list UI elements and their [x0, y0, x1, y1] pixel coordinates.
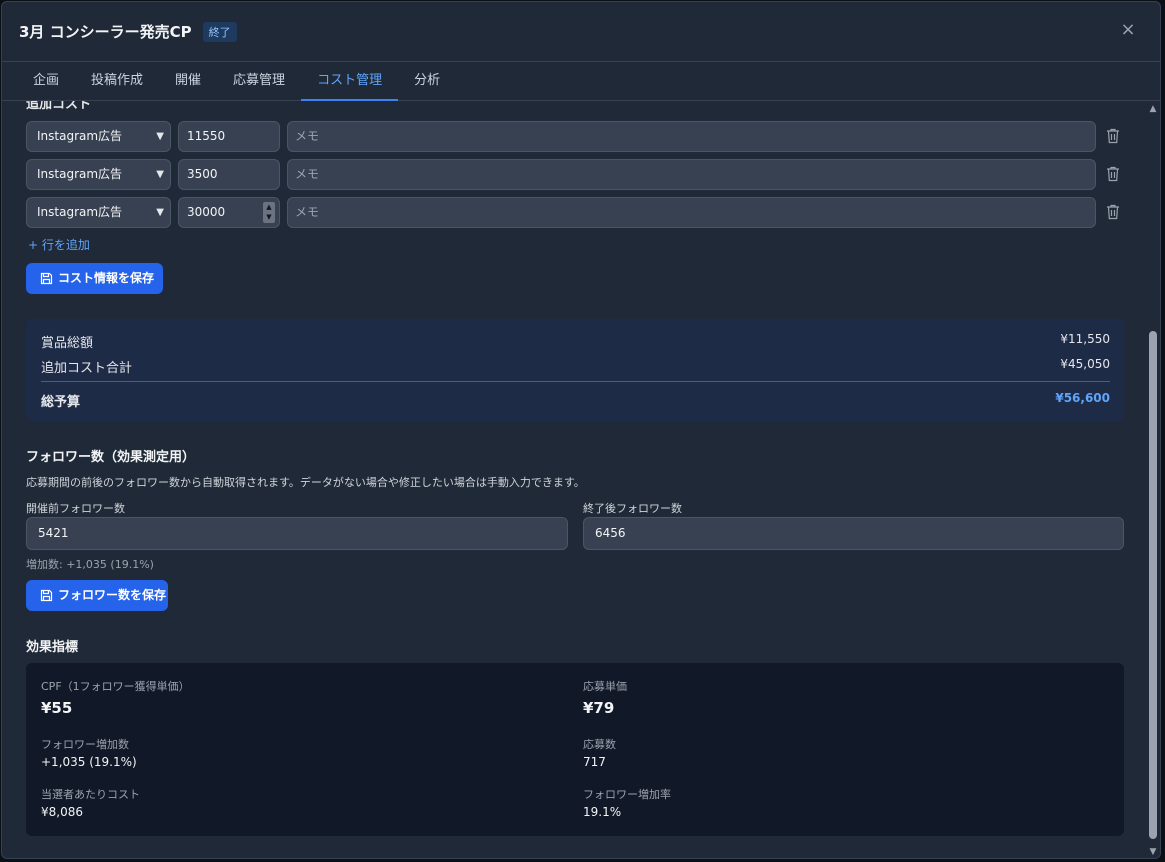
campaign-dialog: 3月 コンシーラー発売CP 終了 × 企画 投稿作成 開催 応募管理 コスト管理… [1, 1, 1161, 859]
follower-increase-value: +1,035 (19.1%) [41, 755, 137, 769]
content-area: 追加コスト Instagram広告 ▼ 11550 メモ Instagram広告… [2, 101, 1146, 858]
cpf-label: CPF（1フォロワー獲得単価） [41, 680, 190, 693]
trash-icon[interactable] [1106, 128, 1120, 144]
cost-type-select[interactable]: Instagram広告 ▼ [26, 159, 171, 190]
tab-bar: 企画 投稿作成 開催 応募管理 コスト管理 分析 [2, 63, 1160, 101]
cost-row: Instagram広告 ▼ 30000 ▲ ▼ メモ [26, 197, 1122, 229]
tab-planning[interactable]: 企画 [17, 63, 75, 101]
cost-type-value: Instagram広告 [37, 205, 123, 219]
tab-cost-management[interactable]: コスト管理 [301, 63, 399, 101]
tab-entries[interactable]: 応募管理 [217, 63, 301, 101]
cost-amount-value: 30000 [187, 205, 226, 219]
followers-before-input[interactable]: 5421 [26, 517, 568, 550]
cost-per-winner-value: ¥8,086 [41, 805, 83, 819]
save-followers-button[interactable]: フォロワー数を保存 [26, 580, 168, 611]
scroll-thumb[interactable] [1149, 331, 1157, 839]
chevron-down-icon: ▼ [156, 169, 164, 180]
followers-after-input[interactable]: 6456 [583, 517, 1124, 550]
cost-amount-input[interactable]: 3500 [178, 159, 280, 190]
entries-label: 応募数 [583, 738, 616, 751]
prize-total-value: ¥11,550 [1060, 332, 1110, 346]
cost-type-value: Instagram広告 [37, 129, 123, 143]
additional-cost-total-label: 追加コスト合計 [41, 361, 133, 376]
dialog-title: 3月 コンシーラー発売CP [19, 23, 192, 41]
scroll-up-arrow-icon[interactable]: ▲ [1148, 105, 1158, 114]
summary-divider [41, 381, 1110, 382]
total-budget-row: 総予算 ¥56,600 [41, 391, 1110, 410]
total-budget-label: 総予算 [41, 395, 81, 410]
cost-per-winner-label: 当選者あたりコスト [41, 788, 140, 801]
save-followers-label: フォロワー数を保存 [58, 588, 167, 602]
add-row-link[interactable]: + 行を追加 [28, 236, 90, 253]
scroll-down-arrow-icon[interactable]: ▼ [1148, 848, 1158, 857]
additional-cost-total-row: 追加コスト合計 ¥45,050 [41, 357, 1110, 376]
save-cost-button[interactable]: コスト情報を保存 [26, 263, 163, 294]
cpa-label: 応募単価 [583, 680, 627, 693]
followers-after-label: 終了後フォロワー数 [583, 502, 682, 515]
number-spinner[interactable]: ▲ ▼ [263, 202, 275, 223]
trash-icon[interactable] [1106, 204, 1120, 220]
metrics-section-title: 効果指標 [26, 640, 79, 655]
cpa-value: ¥79 [583, 699, 615, 717]
cost-amount-input[interactable]: 11550 [178, 121, 280, 152]
total-budget-value: ¥56,600 [1055, 391, 1110, 405]
trash-icon[interactable] [1106, 166, 1120, 182]
follower-growth-label: フォロワー増加率 [583, 788, 671, 801]
followers-before-label: 開催前フォロワー数 [26, 502, 125, 515]
cpf-value: ¥55 [41, 699, 73, 717]
tab-holding[interactable]: 開催 [159, 63, 217, 101]
entries-value: 717 [583, 755, 606, 769]
scrollbar[interactable]: ▲ ▼ [1146, 101, 1160, 858]
cost-amount-input[interactable]: 30000 ▲ ▼ [178, 197, 280, 228]
save-cost-label: コスト情報を保存 [58, 271, 155, 285]
follower-increase-text: 増加数: +1,035 (19.1%) [26, 558, 154, 571]
cost-type-select[interactable]: Instagram広告 ▼ [26, 121, 171, 152]
tab-post-creation[interactable]: 投稿作成 [75, 63, 159, 101]
close-icon[interactable]: × [1118, 20, 1138, 40]
cost-memo-input[interactable]: メモ [287, 197, 1096, 228]
cost-row: Instagram広告 ▼ 11550 メモ [26, 121, 1122, 153]
tab-analysis[interactable]: 分析 [398, 63, 456, 101]
chevron-down-icon: ▼ [156, 207, 164, 218]
followers-description: 応募期間の前後のフォロワー数から自動取得されます。データがない場合や修正したい場… [26, 476, 585, 489]
chevron-down-icon: ▼ [156, 131, 164, 142]
cost-type-select[interactable]: Instagram広告 ▼ [26, 197, 171, 228]
cost-type-value: Instagram広告 [37, 167, 123, 181]
status-badge: 終了 [202, 21, 237, 42]
budget-summary: 賞品総額 ¥11,550 追加コスト合計 ¥45,050 総予算 ¥56,600 [26, 319, 1124, 421]
cost-row: Instagram広告 ▼ 3500 メモ [26, 159, 1122, 191]
followers-section-title: フォロワー数（効果測定用） [26, 450, 196, 465]
additional-cost-heading: 追加コスト [26, 101, 92, 112]
prize-total-label: 賞品総額 [41, 336, 94, 351]
metrics-panel: CPF（1フォロワー獲得単価） ¥55 応募単価 ¥79 フォロワー増加数 +1… [26, 663, 1124, 836]
save-icon [40, 589, 53, 602]
follower-increase-label: フォロワー増加数 [41, 738, 129, 751]
dialog-header: 3月 コンシーラー発売CP 終了 × [2, 2, 1160, 62]
follower-growth-value: 19.1% [583, 805, 622, 819]
additional-cost-total-value: ¥45,050 [1060, 357, 1110, 371]
cost-memo-input[interactable]: メモ [287, 121, 1096, 152]
prize-total-row: 賞品総額 ¥11,550 [41, 332, 1110, 351]
cost-memo-input[interactable]: メモ [287, 159, 1096, 190]
save-icon [40, 272, 53, 285]
